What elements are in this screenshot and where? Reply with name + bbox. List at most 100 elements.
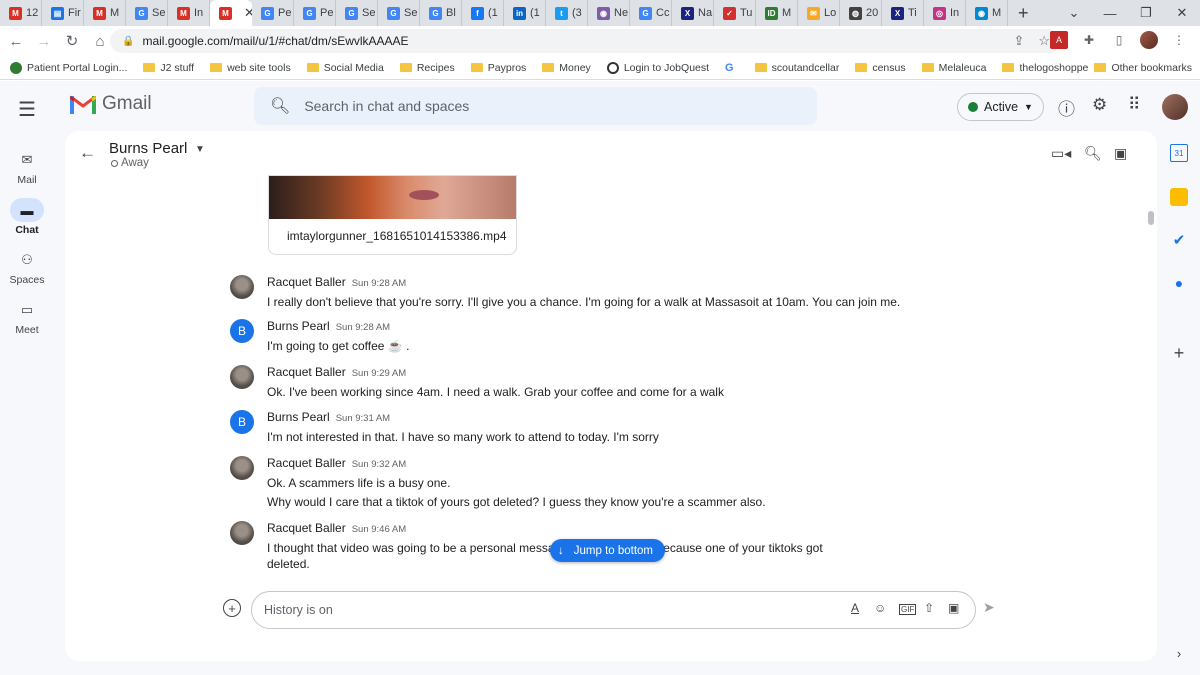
sender-avatar[interactable] <box>230 521 254 545</box>
profile-avatar-icon[interactable] <box>1140 31 1158 49</box>
browser-tab[interactable]: X Ti <box>882 0 924 26</box>
bookmark-item[interactable]: Melaleuca <box>921 62 986 74</box>
account-avatar[interactable] <box>1162 94 1188 120</box>
sender-avatar[interactable] <box>230 275 254 299</box>
status-dropdown[interactable]: Active ▼ <box>957 93 1044 121</box>
close-window-icon[interactable]: ✕ <box>1164 5 1200 21</box>
browser-tab[interactable]: G Cc <box>630 0 672 26</box>
browser-tab[interactable]: G Se <box>126 0 168 26</box>
settings-gear-icon[interactable]: ⚙ <box>1092 95 1107 115</box>
video-call-icon[interactable]: ▭◂ <box>1051 145 1071 162</box>
bookmark-item[interactable]: J2 stuff <box>143 62 194 74</box>
browser-tab[interactable]: ID M <box>756 0 798 26</box>
bookmark-item[interactable]: G <box>725 62 739 74</box>
reload-icon[interactable]: ↻ <box>60 32 84 50</box>
rail-item-meet[interactable]: ▭ Meet <box>0 298 54 336</box>
bookmark-star-icon[interactable]: ☆ <box>1038 33 1050 49</box>
gif-icon[interactable]: GIF <box>899 604 917 615</box>
bookmark-item[interactable]: Money <box>542 62 591 74</box>
browser-tab[interactable]: ◉ M <box>966 0 1008 26</box>
open-in-popup-icon[interactable]: ▣ <box>1114 145 1127 162</box>
restore-icon[interactable]: ❐ <box>1128 5 1164 21</box>
sender-avatar[interactable] <box>230 365 254 389</box>
tab-search-icon[interactable]: ⌄ <box>1056 5 1092 21</box>
forward-nav-icon[interactable]: → <box>32 33 56 50</box>
help-icon[interactable]: ⓘ <box>1058 95 1075 120</box>
jump-to-bottom-button[interactable]: ↓ Jump to bottom <box>550 539 666 562</box>
scrollbar-thumb[interactable] <box>1148 211 1154 225</box>
browser-tab[interactable]: in (1 <box>504 0 546 26</box>
bookmark-item[interactable]: scoutandcellar <box>754 62 839 74</box>
home-icon[interactable]: ⌂ <box>88 33 112 50</box>
search-in-chat-icon[interactable]: 🔍︎ <box>1084 145 1102 162</box>
upload-icon[interactable]: ⇧ <box>924 601 934 615</box>
browser-tab[interactable]: G Se <box>378 0 420 26</box>
add-attachment-icon[interactable]: + <box>223 599 241 617</box>
bookmark-item[interactable]: Patient Portal Login... <box>10 61 127 74</box>
pdf-extension-icon[interactable]: A <box>1050 31 1068 49</box>
browser-tab[interactable]: MM <box>84 0 126 26</box>
browser-tab[interactable]: ✓ Tu <box>714 0 756 26</box>
bookmark-item[interactable]: Recipes <box>399 62 455 74</box>
browser-tab[interactable]: ◉ Ne <box>588 0 630 26</box>
browser-tab[interactable]: M In <box>168 0 210 26</box>
other-bookmarks[interactable]: Other bookmarks <box>1094 62 1192 74</box>
browser-tab[interactable]: ▤ Fir <box>42 0 84 26</box>
message-input[interactable]: History is on <box>251 591 976 629</box>
url-field[interactable]: 🔒 mail.google.com/mail/u/1/#chat/dm/sEwv… <box>110 29 1060 53</box>
gmail-icon: M <box>93 6 106 20</box>
send-icon[interactable]: ➤ <box>983 599 995 616</box>
browser-tab[interactable]: X Na <box>672 0 714 26</box>
emoji-icon[interactable]: ☺ <box>874 601 886 615</box>
browser-tab[interactable]: f (1 <box>462 0 504 26</box>
keep-icon[interactable] <box>1170 188 1188 206</box>
browser-tab[interactable]: ◍ 20 <box>840 0 882 26</box>
browser-tab[interactable]: G Pe <box>294 0 336 26</box>
video-attachment[interactable]: imtaylorgunner_1681651014153386.mp4 <box>268 175 517 255</box>
bookmark-item[interactable]: Login to JobQuest <box>606 61 709 74</box>
sender-name: Burns Pearl <box>267 319 330 333</box>
format-text-icon[interactable]: A <box>851 601 859 615</box>
browser-tab[interactable]: G Bl <box>420 0 462 26</box>
bookmark-item[interactable]: census <box>855 62 906 74</box>
browser-tab[interactable]: G Pe <box>252 0 294 26</box>
rail-item-mail[interactable]: ✉ Mail <box>0 148 54 186</box>
bookmark-item[interactable]: Social Media <box>306 62 384 74</box>
tasks-icon[interactable]: ✔ <box>1170 231 1188 249</box>
apps-grid-icon[interactable]: ⠿ <box>1128 95 1140 115</box>
new-tab-icon[interactable]: + <box>1018 3 1036 24</box>
back-nav-icon[interactable]: ← <box>4 33 28 50</box>
rail-item-chat[interactable]: ▬ Chat <box>0 198 54 236</box>
side-panel-icon[interactable]: ▯ <box>1110 31 1128 49</box>
close-tab-icon[interactable]: ✕ <box>244 5 252 21</box>
chrome-menu-icon[interactable]: ⋮ <box>1170 31 1188 49</box>
calendar-icon[interactable]: 31 <box>1170 144 1188 162</box>
contacts-icon[interactable]: ● <box>1170 274 1188 292</box>
rail-item-spaces[interactable]: ⚇ Spaces <box>0 248 54 286</box>
back-arrow-icon[interactable]: ← <box>79 143 96 163</box>
share-icon[interactable]: ⇪ <box>1013 33 1024 49</box>
sender-avatar[interactable] <box>230 456 254 480</box>
gmail-logo[interactable]: Gmail <box>70 93 152 115</box>
get-addons-icon[interactable]: + <box>1170 343 1188 363</box>
sender-avatar[interactable]: B <box>230 410 254 434</box>
main-menu-icon[interactable]: ☰ <box>18 97 36 122</box>
show-side-panel-icon[interactable]: › <box>1170 644 1188 662</box>
bookmark-item[interactable]: Paypros <box>470 62 526 74</box>
contact-name[interactable]: Burns Pearl <box>109 140 187 157</box>
video-meeting-icon[interactable]: ▣ <box>948 601 959 615</box>
browser-tab[interactable]: M ✕ <box>210 0 252 26</box>
message-thread[interactable]: imtaylorgunner_1681651014153386.mp4 Racq… <box>65 175 1150 578</box>
extensions-puzzle-icon[interactable]: ✚ <box>1080 31 1098 49</box>
browser-tab[interactable]: t (3 <box>546 0 588 26</box>
browser-tab[interactable]: G Se <box>336 0 378 26</box>
contact-menu-caret-icon[interactable]: ▼ <box>195 144 205 155</box>
browser-tab[interactable]: M 12 <box>0 0 42 26</box>
bookmark-item[interactable]: thelogoshoppe <box>1002 62 1088 74</box>
browser-tab[interactable]: ◎ In <box>924 0 966 26</box>
chat-search-input[interactable]: 🔍︎ Search in chat and spaces <box>254 87 817 125</box>
bookmark-item[interactable]: web site tools <box>210 62 291 74</box>
sender-avatar[interactable]: B <box>230 319 254 343</box>
browser-tab[interactable]: ✉ Lo <box>798 0 840 26</box>
minimize-icon[interactable]: — <box>1092 6 1128 21</box>
